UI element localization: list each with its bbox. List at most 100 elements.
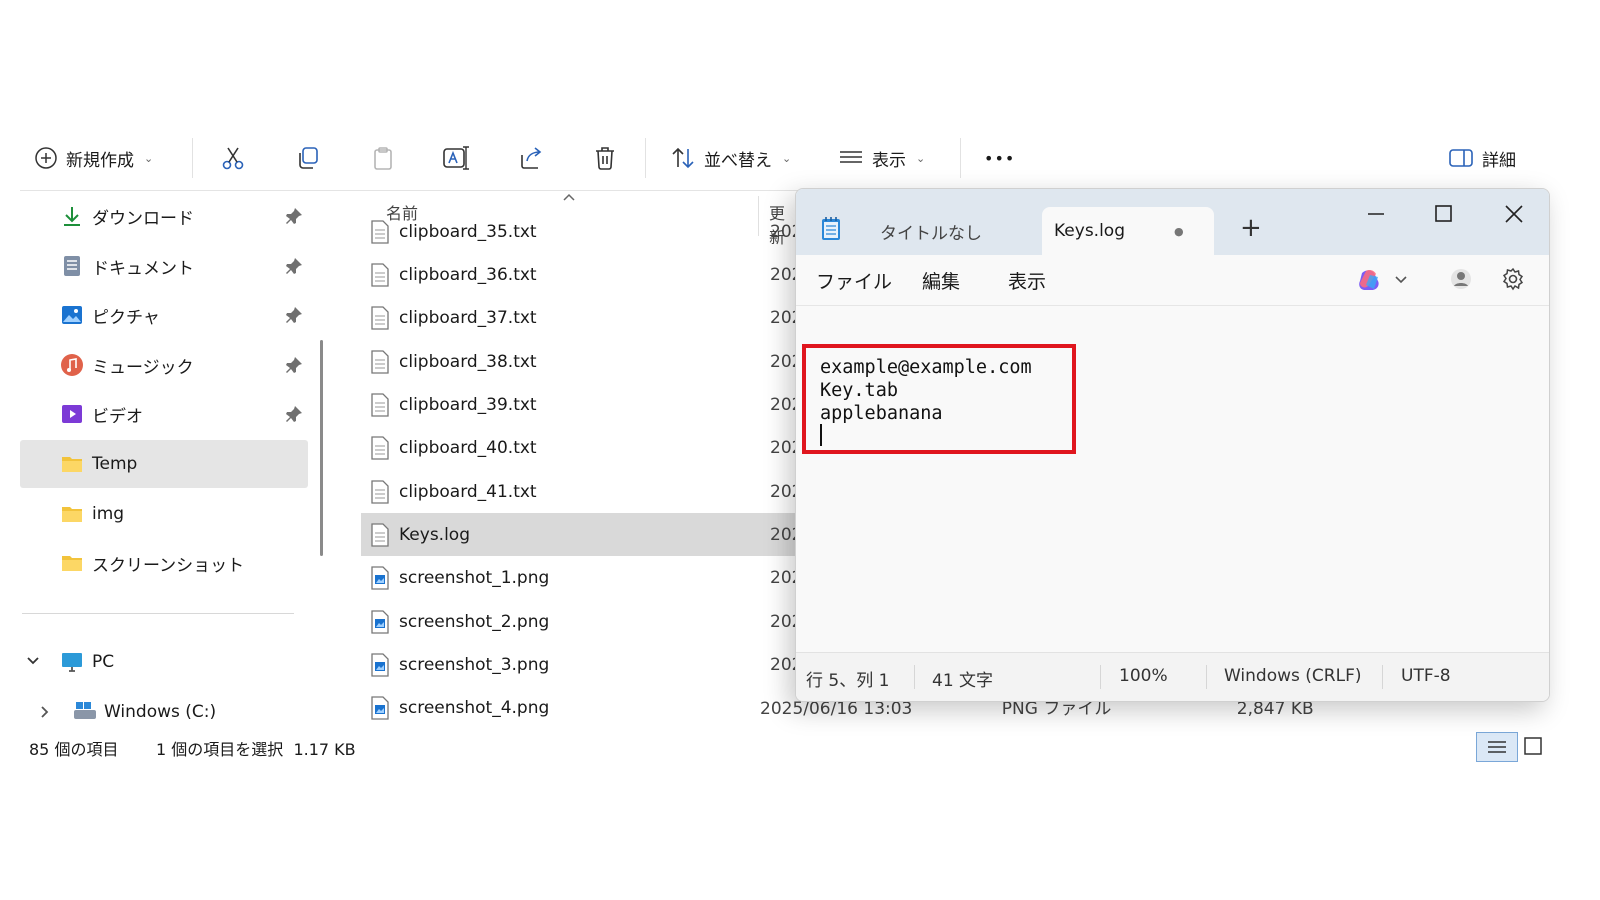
file-row[interactable]: clipboard_38.txt 202 (361, 340, 800, 383)
menu-edit[interactable]: 編集 (922, 267, 960, 294)
file-name: clipboard_37.txt (399, 307, 537, 328)
file-row[interactable]: screenshot_4.png (361, 686, 800, 728)
drive-icon (74, 702, 96, 719)
file-row[interactable]: clipboard_39.txt 202 (361, 383, 800, 426)
sidebar-item-pictures[interactable]: ピクチャ (20, 291, 308, 339)
maximize-button[interactable] (1424, 199, 1464, 229)
details-pane-icon (1449, 149, 1473, 167)
sidebar-item-pc[interactable]: PC (20, 638, 308, 686)
account-button[interactable] (1450, 267, 1472, 291)
notepad-app-icon (822, 217, 840, 240)
details-view-button[interactable] (1476, 732, 1518, 762)
details-label: 詳細 (1482, 150, 1516, 171)
sidebar-item-downloads[interactable]: ダウンロード (20, 192, 308, 240)
file-row[interactable]: clipboard_40.txt 202 (361, 426, 800, 469)
minimize-button[interactable] (1356, 199, 1396, 229)
sidebar-item-label: ドキュメント (92, 258, 194, 279)
rename-button[interactable] (442, 130, 470, 186)
copy-button[interactable] (295, 130, 321, 186)
explorer-status-bar: 85 個の項目 1 個の項目を選択 1.17 KB (20, 732, 1550, 762)
folder-icon (62, 507, 82, 522)
sidebar-item-img[interactable]: img (20, 490, 308, 538)
pin-icon (286, 258, 302, 274)
file-row[interactable]: clipboard_41.txt 202 (361, 470, 800, 513)
zoom-level[interactable]: 100% (1119, 666, 1168, 686)
file-name: clipboard_39.txt (399, 394, 537, 415)
toolbar-divider (960, 138, 961, 178)
file-name: screenshot_1.png (399, 567, 550, 588)
sidebar-item-documents[interactable]: ドキュメント (20, 242, 308, 290)
sort-ascending-icon (563, 193, 575, 201)
cut-button[interactable] (220, 130, 246, 186)
copilot-button[interactable] (1356, 267, 1416, 293)
image-file-icon (371, 653, 389, 677)
share-button[interactable] (518, 130, 544, 186)
chevron-down-icon: ⌄ (144, 151, 154, 165)
sidebar-item-label: スクリーンショット (92, 555, 245, 576)
notepad-text-editor[interactable]: example@example.com Key.tab applebanana (796, 306, 1549, 652)
monitor-icon (62, 653, 82, 672)
tab-untitled[interactable]: タイトルなし (866, 207, 1036, 255)
folder-icon (62, 556, 82, 571)
chevron-down-icon: ⌄ (782, 151, 792, 165)
notepad-status-bar: 行 5、列 1 41 文字 100% Windows (CRLF) UTF-8 (796, 652, 1549, 701)
delete-button[interactable] (592, 130, 618, 186)
pin-icon (286, 208, 302, 224)
file-name: clipboard_38.txt (399, 351, 537, 372)
file-type: PNG ファイル (1001, 699, 1112, 719)
encoding[interactable]: UTF-8 (1401, 666, 1451, 686)
tiles-view-icon (1524, 737, 1542, 755)
sidebar-item-label: ダウンロード (92, 208, 194, 229)
status-divider (1382, 665, 1383, 689)
sidebar-item-videos[interactable]: ビデオ (20, 390, 308, 438)
notepad-menu-bar: ファイル 編集 表示 (796, 255, 1549, 306)
file-row[interactable]: screenshot_1.png 202 (361, 556, 800, 599)
new-button[interactable]: 新規作成 ⌄ (34, 130, 153, 186)
sidebar-item-temp[interactable]: Temp (20, 440, 308, 488)
sort-arrows-icon (672, 147, 694, 169)
list-view-icon (840, 151, 862, 163)
download-icon (64, 207, 80, 226)
navigation-pane: ダウンロード ドキュメント ピクチャ ミュージック ビデオ Temp img ス… (20, 192, 320, 728)
file-row-selected[interactable]: Keys.log 202 (361, 513, 800, 556)
view-label: 表示 (872, 150, 906, 171)
chevron-right-icon (41, 706, 49, 718)
tab-keys-log[interactable]: Keys.log ● (1042, 207, 1214, 255)
view-button[interactable]: 表示 ⌄ (838, 130, 925, 186)
paste-button[interactable] (370, 130, 396, 186)
minimize-icon (1368, 213, 1384, 215)
file-name: clipboard_41.txt (399, 481, 537, 502)
file-row[interactable]: screenshot_3.png 202 (361, 643, 800, 686)
status-divider (914, 665, 915, 689)
sidebar-item-label: Windows (C:) (104, 702, 217, 722)
sidebar-scrollbar[interactable] (320, 340, 323, 556)
file-row[interactable]: clipboard_35.txt 202 (361, 210, 800, 253)
sidebar-item-drive-c[interactable]: Windows (C:) (20, 688, 308, 736)
menu-file[interactable]: ファイル (816, 267, 892, 294)
text-file-icon (371, 393, 389, 417)
text-file-icon (371, 263, 389, 287)
text-file-icon (371, 306, 389, 330)
sidebar-item-label: ミュージック (92, 357, 194, 378)
line-ending[interactable]: Windows (CRLF) (1224, 666, 1362, 686)
tiles-view-button[interactable] (1523, 736, 1543, 756)
details-pane-button[interactable]: 詳細 (1448, 130, 1516, 186)
unsaved-dot-icon[interactable]: ● (1174, 225, 1184, 238)
sidebar-item-label: ビデオ (92, 406, 143, 427)
settings-button[interactable] (1501, 267, 1525, 291)
file-size: 2,847 KB (1236, 699, 1314, 719)
new-tab-button[interactable]: + (1240, 213, 1262, 243)
more-options-button[interactable]: ••• (984, 130, 1015, 186)
sidebar-item-label: img (92, 504, 125, 524)
close-button[interactable] (1494, 199, 1534, 229)
column-divider[interactable] (758, 196, 759, 236)
menu-view[interactable]: 表示 (1008, 267, 1046, 294)
sidebar-divider (22, 613, 294, 614)
toolbar-bottom-border (20, 190, 800, 191)
file-row[interactable]: clipboard_37.txt 202 (361, 296, 800, 339)
sidebar-item-music[interactable]: ミュージック (20, 341, 308, 389)
sidebar-item-screenshots[interactable]: スクリーンショット (20, 539, 308, 587)
sort-button[interactable]: 並べ替え ⌄ (670, 130, 791, 186)
file-row[interactable]: clipboard_36.txt 202 (361, 253, 800, 296)
file-row[interactable]: screenshot_2.png 202 (361, 600, 800, 643)
